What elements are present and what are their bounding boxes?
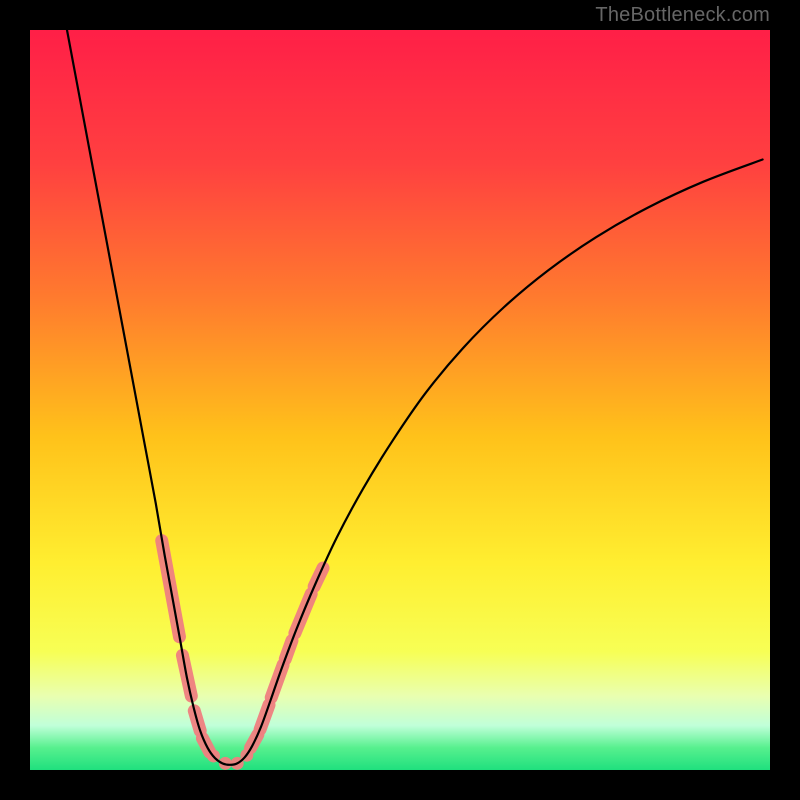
outer-frame: TheBottleneck.com [0, 0, 800, 800]
plot-area [30, 30, 770, 770]
gradient-background [30, 30, 770, 770]
watermark-text: TheBottleneck.com [595, 4, 770, 27]
chart-svg [30, 30, 770, 770]
